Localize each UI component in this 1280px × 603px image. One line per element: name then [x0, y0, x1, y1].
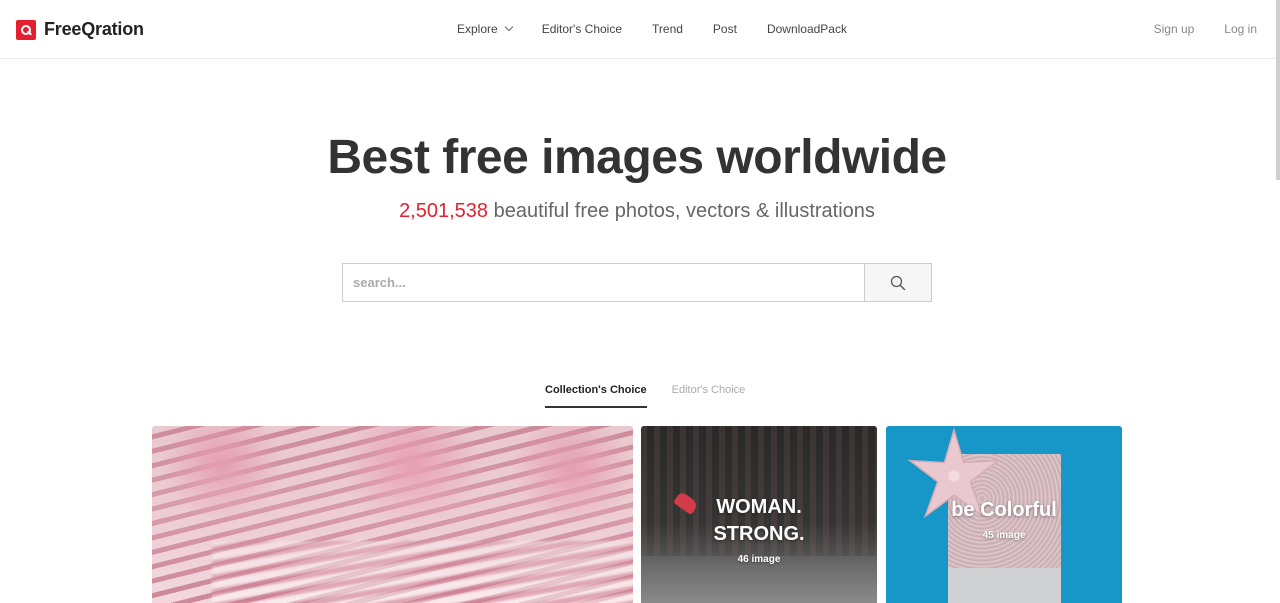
chevron-down-icon [504, 22, 513, 32]
brand-name: FreeQration [44, 19, 144, 39]
roses-photo [152, 426, 633, 603]
logo[interactable]: FreeQration [16, 19, 144, 40]
tab-editors-choice[interactable]: Editor's Choice [672, 384, 746, 408]
hero-subtitle-text: beautiful free photos, vectors & illustr… [488, 200, 875, 222]
collection-card-be-colorful[interactable]: be Colorful 45 image [886, 426, 1122, 603]
nav-post[interactable]: Post [713, 22, 737, 36]
collection-card-roses[interactable] [152, 426, 633, 603]
nav-explore[interactable]: Explore [457, 22, 513, 36]
signup-link[interactable]: Sign up [1154, 22, 1195, 36]
site-header: FreeQration Explore Editor's Choice Tren… [0, 0, 1280, 59]
search-button[interactable] [864, 264, 931, 301]
collection-title: WOMAN. STRONG. [713, 496, 805, 545]
nav-explore-label: Explore [457, 22, 498, 36]
search-input[interactable] [343, 264, 864, 301]
card-overlay: WOMAN. STRONG. 46 image [641, 426, 877, 603]
login-link[interactable]: Log in [1224, 22, 1257, 36]
logo-q-icon [16, 19, 36, 40]
photo-count: 2,501,538 [399, 200, 489, 222]
hero-title: Best free images worldwide [327, 131, 947, 184]
nav-downloadpack[interactable]: DownloadPack [767, 22, 847, 36]
hero-subtitle: 2,501,538 beautiful free photos, vectors… [0, 200, 1274, 223]
collection-card-woman-strong[interactable]: WOMAN. STRONG. 46 image [641, 426, 877, 603]
collection-count: 46 image [737, 554, 781, 565]
page-scrollbar[interactable] [1276, 0, 1280, 180]
main-nav: Explore Editor's Choice Trend Post Downl… [457, 22, 877, 36]
tab-collections-choice[interactable]: Collection's Choice [545, 384, 647, 408]
nav-editors-choice[interactable]: Editor's Choice [542, 22, 622, 36]
collection-count: 45 image [982, 529, 1026, 541]
nav-trend[interactable]: Trend [652, 22, 683, 36]
collection-tabs: Collection's Choice Editor's Choice [545, 384, 745, 408]
search-icon [890, 275, 906, 290]
search-bar [342, 263, 932, 302]
card-overlay: be Colorful 45 image [886, 426, 1122, 603]
collection-title: be Colorful [951, 498, 1057, 521]
auth-links: Sign up Log in [1154, 22, 1257, 36]
